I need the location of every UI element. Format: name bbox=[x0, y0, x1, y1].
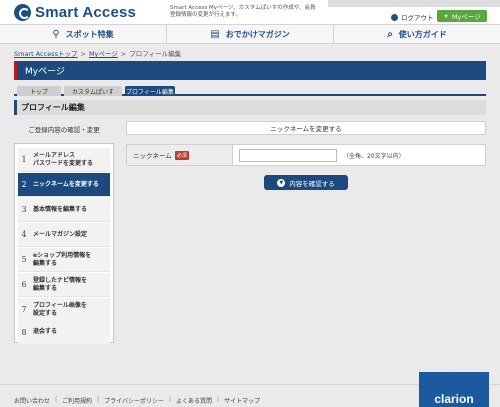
section-title: プロフィール編集 bbox=[14, 100, 486, 115]
nickname-label-cell: ニックネーム 必須 bbox=[127, 145, 233, 165]
confirm-label: 内容を確認する bbox=[289, 179, 335, 188]
footer-link-faq[interactable]: よくある質問 bbox=[176, 396, 212, 405]
step-number: 5 bbox=[21, 255, 27, 264]
logout-label: ログアウト bbox=[401, 14, 434, 22]
required-badge: 必須 bbox=[174, 150, 189, 160]
left-column-title: ご登録内容の確認・変更 bbox=[28, 126, 100, 134]
breadcrumb-link-top[interactable]: Smart Accessトップ bbox=[14, 50, 77, 58]
footer-link-privacy[interactable]: プライバシーポリシー bbox=[104, 396, 164, 405]
step-item-withdraw[interactable]: 8 退会する bbox=[18, 320, 110, 344]
step-item-eshop[interactable]: 5 eショップ利用情報を 編集する bbox=[18, 248, 110, 272]
step-number: 6 bbox=[21, 280, 27, 289]
step-label: 登録したナビ情報を 編集する bbox=[33, 276, 88, 292]
footer-link-contact[interactable]: お問い合わせ bbox=[14, 396, 50, 405]
header-description: Smart Access Myページ、カスタムぱいすの作成や、会員登録情報の変更… bbox=[170, 5, 316, 18]
footer-link-sitemap[interactable]: サイトマップ bbox=[224, 396, 260, 405]
confirm-button[interactable]: ▼ 内容を確認する bbox=[264, 175, 348, 190]
step-number: 1 bbox=[21, 155, 27, 164]
logo-text: Smart Access bbox=[35, 4, 137, 21]
step-label: メールマガジン設定 bbox=[33, 230, 88, 238]
step-number: 7 bbox=[21, 305, 27, 314]
step-number: 3 bbox=[21, 205, 27, 214]
step-number: 4 bbox=[21, 230, 27, 239]
clarion-logo[interactable]: clarion bbox=[419, 372, 489, 407]
site-header: Smart Access Smart Access Myページ、カスタムぱいすの… bbox=[0, 0, 500, 24]
nav-item-spot[interactable]: ⚲ スポット特集 bbox=[0, 25, 167, 43]
step-number: 2 bbox=[21, 180, 27, 189]
footer-links: お問い合わせ | ご利用規約 | プライバシーポリシー | よくある質問 | サイトマッ… bbox=[14, 396, 260, 405]
step-item-email-password[interactable]: 1 メールアドレス パスワードを変更する bbox=[18, 148, 110, 172]
breadcrumb: Smart Accessトップ > Myページ > プロフィール編集 bbox=[14, 48, 181, 58]
footer-link-terms[interactable]: ご利用規約 bbox=[62, 396, 92, 405]
mypage-label: Myページ bbox=[451, 13, 481, 21]
book-icon: ▤ bbox=[210, 28, 220, 40]
nickname-hint: （全角、20文字以内） bbox=[343, 152, 405, 160]
step-item-profile-image[interactable]: 7 プロフィール画像を 設定する bbox=[18, 298, 110, 322]
breadcrumb-separator: > bbox=[80, 50, 86, 58]
footer-separator: | bbox=[217, 396, 220, 403]
page-title: Myページ bbox=[14, 61, 486, 80]
step-item-mail-magazine[interactable]: 4 メールマガジン設定 bbox=[18, 223, 110, 247]
breadcrumb-current: プロフィール編集 bbox=[129, 50, 182, 58]
step-number: 8 bbox=[21, 327, 27, 337]
tab-top[interactable]: トップ bbox=[17, 86, 61, 96]
person-pin-icon: ⚲ bbox=[52, 28, 60, 40]
tab-bar: トップ カスタムぱいす プロフィール編集 bbox=[14, 86, 486, 96]
logo-mark-icon bbox=[14, 4, 31, 21]
form-title: ニックネームを変更する bbox=[126, 121, 486, 135]
logout-icon bbox=[391, 13, 398, 21]
step-item-nickname[interactable]: 2 ニックネームを変更する bbox=[18, 173, 110, 197]
footer-separator: | bbox=[168, 396, 172, 403]
step-item-basic-info[interactable]: 3 基本情報を編集する bbox=[18, 198, 110, 222]
chevron-down-icon: ▼ bbox=[277, 178, 286, 187]
nickname-label: ニックネーム bbox=[133, 152, 172, 160]
breadcrumb-link-mypage[interactable]: Myページ bbox=[89, 50, 118, 58]
nav-label: おでかけマガジン bbox=[225, 29, 290, 39]
nav-item-magazine[interactable]: ▤ おでかけマガジン bbox=[167, 25, 334, 43]
nickname-row: ニックネーム 必須 （全角、20文字以内） bbox=[126, 144, 486, 166]
step-item-navi-info[interactable]: 6 登録したナビ情報を 編集する bbox=[18, 273, 110, 297]
logout-link[interactable]: ログアウト bbox=[391, 12, 434, 22]
nav-label: スポット特集 bbox=[65, 29, 114, 39]
step-label: 基本情報を編集する bbox=[33, 205, 88, 213]
tab-profile-edit[interactable]: プロフィール編集 bbox=[125, 86, 175, 96]
mypage-button[interactable]: + Myページ bbox=[437, 10, 487, 22]
nickname-input[interactable] bbox=[239, 148, 337, 162]
footer-separator: | bbox=[55, 396, 58, 403]
step-label: ニックネームを変更する bbox=[33, 180, 99, 188]
logo[interactable]: Smart Access bbox=[14, 4, 136, 21]
nav-label: 使い方ガイド bbox=[398, 29, 447, 39]
tab-custom[interactable]: カスタムぱいす bbox=[64, 86, 122, 96]
step-menu: 1 メールアドレス パスワードを変更する 2 ニックネームを変更する 3 基本情報… bbox=[14, 143, 114, 344]
breadcrumb-separator: > bbox=[120, 50, 127, 58]
plus-icon: + bbox=[443, 12, 449, 20]
global-nav: ⚲ スポット特集 ▤ おでかけマガジン ⌕ 使い方ガイド bbox=[0, 24, 500, 44]
magnifier-icon: ⌕ bbox=[387, 28, 393, 40]
nav-item-guide[interactable]: ⌕ 使い方ガイド bbox=[334, 25, 500, 43]
step-label: 退会する bbox=[33, 328, 58, 335]
header-topbar bbox=[328, 0, 500, 7]
step-label: プロフィール画像を 設定する bbox=[33, 301, 87, 317]
step-label: メールアドレス パスワードを変更する bbox=[33, 151, 94, 167]
step-label: eショップ利用情報を 編集する bbox=[33, 251, 92, 267]
footer-separator: | bbox=[97, 396, 100, 403]
